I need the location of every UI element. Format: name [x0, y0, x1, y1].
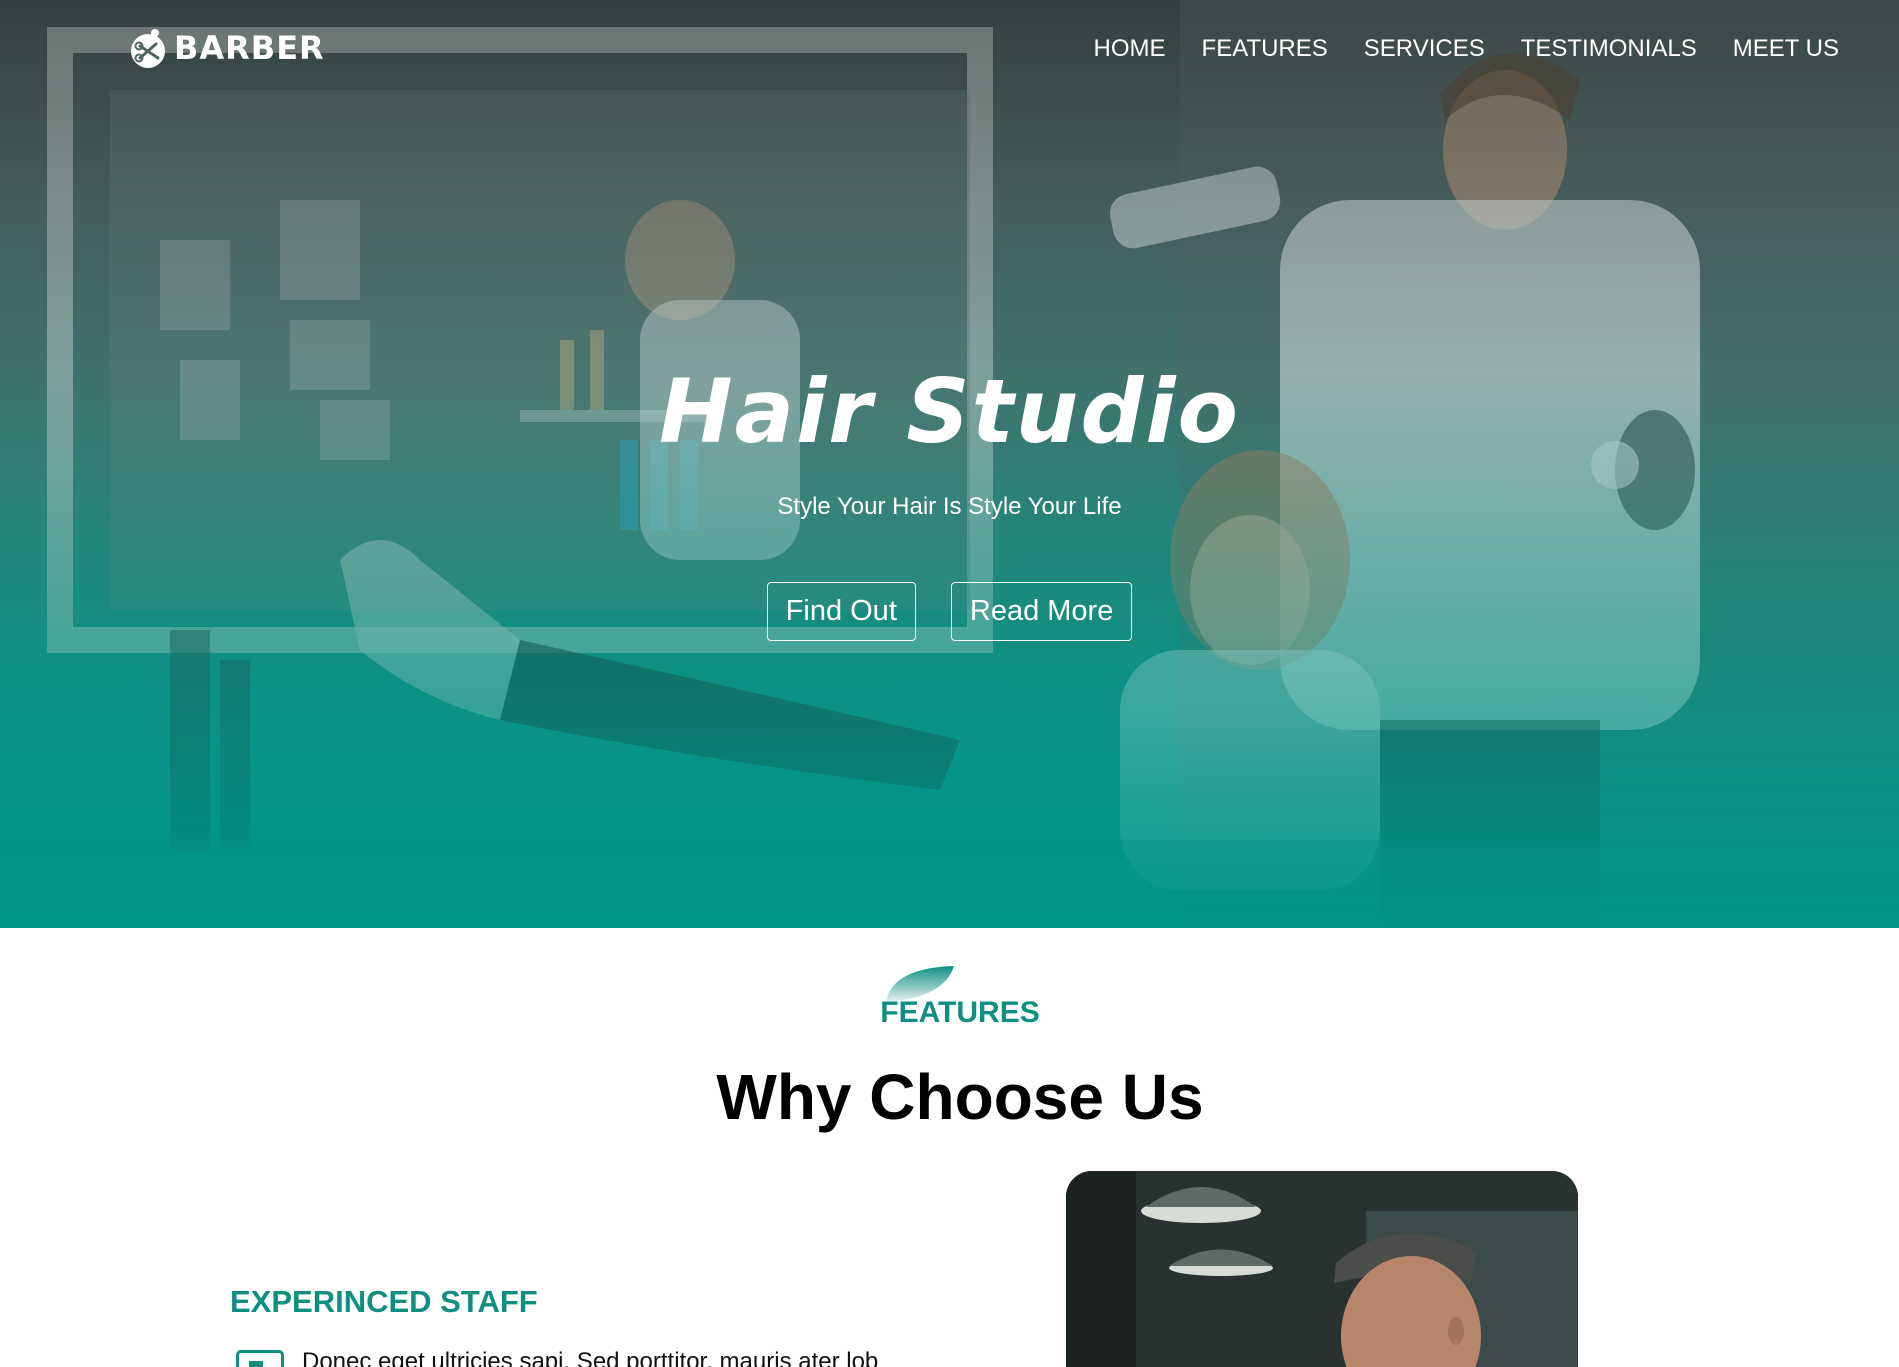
- read-more-button[interactable]: Read More: [950, 582, 1133, 641]
- nav-meet-us[interactable]: MEET US: [1733, 35, 1839, 63]
- main-nav: HOME FEATURES SERVICES TESTIMONIALS MEET…: [1094, 35, 1839, 63]
- hero-section: BARBER HOME FEATURES SERVICES TESTIMONIA…: [0, 0, 1899, 928]
- hero-buttons: Find Out Read More: [0, 582, 1899, 641]
- barber-scissors-icon: [131, 29, 165, 68]
- hero-title: Hair Studio: [659, 360, 1240, 463]
- nav-testimonials[interactable]: TESTIMONIALS: [1521, 35, 1697, 63]
- find-out-button[interactable]: Find Out: [766, 582, 916, 641]
- staff-card-icon: [236, 1350, 284, 1367]
- nav-home[interactable]: HOME: [1094, 35, 1166, 63]
- logo-text: BARBER: [174, 29, 325, 67]
- nav-services[interactable]: SERVICES: [1364, 35, 1485, 63]
- features-label: FEATURES: [880, 996, 1040, 1029]
- feature-item-text: Donec eget ultricies sapi. Sed porttitor…: [302, 1348, 879, 1367]
- logo[interactable]: BARBER: [126, 24, 325, 72]
- feature-image: [1066, 1171, 1578, 1367]
- hero-subtitle: Style Your Hair Is Style Your Life: [777, 493, 1122, 520]
- barber-portrait-image: [1066, 1171, 1578, 1367]
- nav-features[interactable]: FEATURES: [1202, 35, 1328, 63]
- hero-overlay: [0, 0, 1899, 928]
- features-title: Why Choose Us: [716, 1061, 1204, 1133]
- feature-item-title: EXPERINCED STAFF: [230, 1284, 538, 1319]
